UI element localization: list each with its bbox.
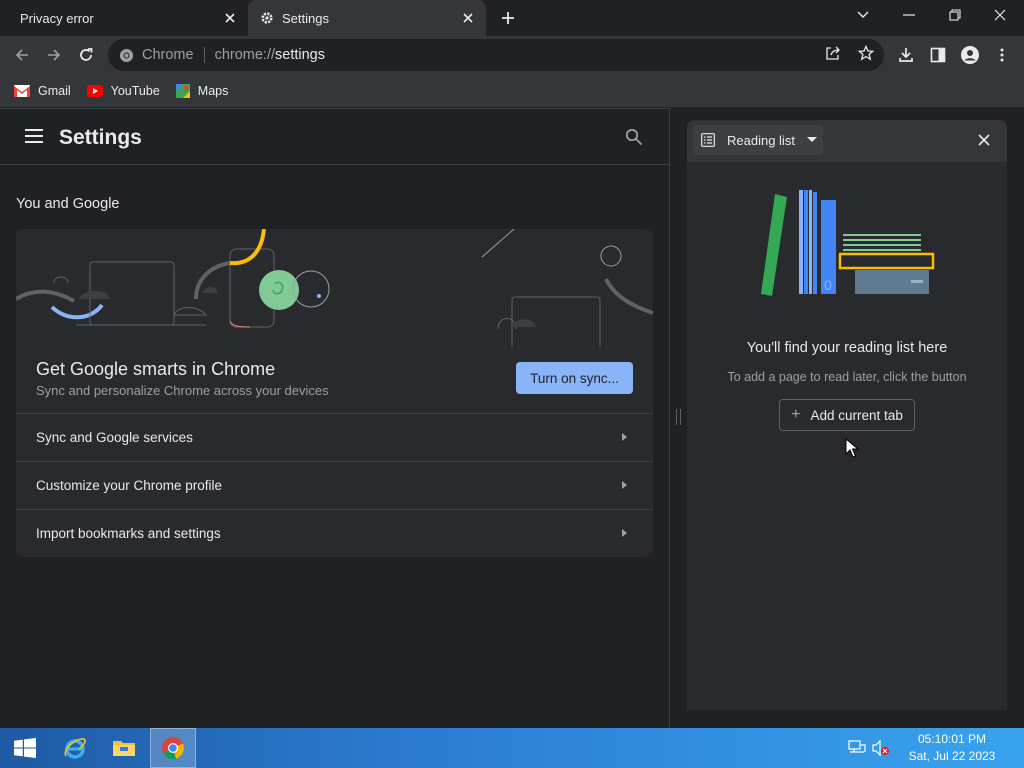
settings-row-sync-google-services[interactable]: Sync and Google services [16,413,653,461]
settings-page: Settings You and Google Get Google smart… [0,108,669,728]
close-tab-icon[interactable] [222,10,238,26]
download-icon[interactable] [896,45,916,65]
plus-icon: + [791,406,801,423]
bookmark-label: Maps [197,83,229,98]
selector-label: Reading list [727,132,795,148]
close-side-panel-icon[interactable] [978,134,992,148]
sync-promo-subtitle: Sync and personalize Chrome across your … [36,383,329,398]
reading-list-icon [701,133,715,147]
address-bar[interactable]: Chrome chrome://settings [108,39,884,71]
bookmark-maps[interactable]: Maps [175,83,229,98]
speaker-muted-icon[interactable] [872,740,890,756]
turn-on-sync-button[interactable]: Turn on sync... [516,362,633,394]
mouse-cursor-icon [845,438,859,458]
add-current-tab-button[interactable]: + Add current tab [779,399,915,431]
svg-text:0: 0 [824,277,832,293]
hamburger-menu-icon[interactable] [25,129,43,145]
row-label: Sync and Google services [36,430,193,445]
folder-icon [112,738,136,758]
chrome-icon [161,736,185,760]
settings-row-customize-profile[interactable]: Customize your Chrome profile [16,461,653,509]
forward-button[interactable] [44,45,64,65]
taskbar-chrome[interactable] [150,728,196,768]
reload-button[interactable] [76,45,96,65]
settings-header: Settings [0,109,669,165]
tab-search-chevron-down-icon[interactable] [849,4,877,26]
omnibox-divider [203,47,205,63]
internet-explorer-icon [63,736,87,760]
sync-promo-title: Get Google smarts in Chrome [36,359,276,379]
toolbar: Chrome chrome://settings [0,36,1024,74]
youtube-icon [86,84,103,97]
arrow-right-icon [622,433,627,441]
clock-time: 05:10:01 PM [917,732,987,746]
bookmark-youtube[interactable]: YouTube [86,83,160,98]
search-icon[interactable] [625,128,643,146]
drag-handle-icon [676,409,681,425]
clock-date: Sat, Jul 22 2023 [908,749,996,763]
side-panel-icon[interactable] [928,45,948,65]
close-tab-icon[interactable] [460,10,476,26]
bookmark-gmail[interactable]: Gmail [14,84,71,98]
windows-taskbar: 05:10:01 PM Sat, Jul 22 2023 [0,728,1024,768]
share-icon[interactable] [824,44,842,62]
taskbar-clock[interactable]: 05:10:01 PM Sat, Jul 22 2023 [906,731,998,765]
side-panel-header: Reading list [687,120,1007,162]
bookmark-star-icon[interactable] [857,44,875,62]
add-current-tab-label: Add current tab [810,407,903,423]
page-title: Settings [59,126,142,149]
profile-avatar-icon[interactable] [960,45,980,65]
tab-title: Settings [282,10,329,26]
url-host: settings [275,47,325,63]
row-label: Customize your Chrome profile [36,478,223,493]
section-title: You and Google [16,196,120,212]
url-scheme: chrome:// [214,47,276,63]
bookmark-label: Gmail [38,83,71,98]
row-label: Import bookmarks and settings [36,526,221,541]
chrome-icon [119,48,134,63]
minimize-button[interactable] [895,4,923,26]
window-close-button[interactable] [986,4,1014,26]
network-icon[interactable] [848,740,866,756]
books-illustration: 0 [759,188,937,298]
settings-row-import-bookmarks[interactable]: Import bookmarks and settings [16,509,653,557]
side-panel-resize-handle[interactable] [669,108,687,728]
site-chip-label: Chrome [142,47,194,63]
sync-banner-illustration [16,229,653,347]
tab-settings[interactable]: Settings [248,0,486,36]
bookmark-label: YouTube [110,83,160,98]
arrow-right-icon [622,529,627,537]
bookmarks-bar: Gmail YouTube Maps [0,74,1024,107]
gmail-icon [14,84,30,97]
empty-state-subtitle: To add a page to read later, click the b… [727,370,967,384]
gear-icon [260,11,274,25]
arrow-right-icon [622,481,627,489]
new-tab-button[interactable] [498,8,520,28]
side-panel-selector[interactable]: Reading list [693,125,823,155]
taskbar-internet-explorer[interactable] [52,728,98,768]
maps-icon [175,83,190,98]
tab-privacy-error[interactable]: Privacy error [0,0,248,36]
tab-strip: Privacy error Settings [0,0,1024,36]
caret-down-icon [806,137,817,143]
you-and-google-card: Get Google smarts in Chrome Sync and per… [16,229,653,557]
start-button[interactable] [2,728,48,768]
empty-state-title: You'll find your reading list here [746,340,948,356]
side-panel: Reading list 0 You'll find your reading … [687,108,1024,728]
tab-title: Privacy error [20,10,94,26]
restore-button[interactable] [941,4,969,26]
reading-list-empty-state: 0 You'll find your reading list here To … [687,162,1007,710]
back-button[interactable] [12,45,32,65]
taskbar-file-explorer[interactable] [101,728,147,768]
menu-kebab-icon[interactable] [992,45,1012,65]
